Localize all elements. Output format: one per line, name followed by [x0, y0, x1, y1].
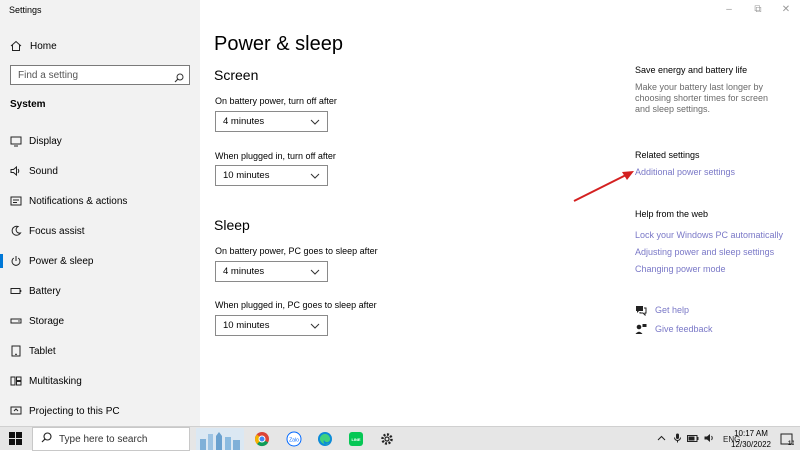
dropdown-value: 10 minutes: [223, 170, 270, 181]
sleep-heading: Sleep: [214, 217, 250, 233]
sidebar: Settings Home System Display Sound: [0, 0, 200, 426]
zalo-icon[interactable]: Zalo: [284, 429, 304, 449]
get-help-label: Get help: [655, 305, 690, 315]
sidebar-item-label: Storage: [29, 315, 65, 327]
edge-icon[interactable]: [315, 429, 335, 449]
get-help-link[interactable]: Get help: [635, 304, 689, 316]
settings-gear-icon[interactable]: [377, 429, 397, 449]
moon-icon: [10, 225, 22, 237]
clock[interactable]: 10:17 AM 12/30/2022: [726, 428, 776, 450]
zalo-icon-label: Zalo: [289, 438, 299, 444]
sidebar-item-label: Power & sleep: [29, 255, 94, 267]
tablet-icon: [10, 345, 22, 357]
sidebar-item-tablet[interactable]: Tablet: [0, 336, 200, 366]
screen-heading: Screen: [214, 67, 259, 83]
home-icon: [10, 40, 22, 52]
taskbar: Type here to search Zalo LINE ENG 10:17 …: [0, 426, 800, 451]
sidebar-item-display[interactable]: Display: [0, 126, 200, 156]
home-nav-item[interactable]: Home: [10, 38, 57, 54]
search-highlight-illustration[interactable]: [196, 428, 244, 450]
sidebar-item-battery[interactable]: Battery: [0, 276, 200, 306]
sidebar-item-focus-assist[interactable]: Focus assist: [0, 216, 200, 246]
speaker-icon: [10, 165, 22, 177]
app-title: Settings: [9, 5, 42, 15]
sleep-plugged-label: When plugged in, PC goes to sleep after: [215, 300, 377, 310]
chevron-down-icon: [310, 117, 320, 127]
screen-plugged-label: When plugged in, turn off after: [215, 151, 336, 161]
battery-icon: [10, 285, 22, 297]
help-link-lock-pc[interactable]: Lock your Windows PC automatically: [635, 230, 783, 240]
find-setting-search[interactable]: [10, 65, 190, 85]
multitasking-icon: [10, 375, 22, 387]
sleep-battery-dropdown[interactable]: 4 minutes: [215, 261, 328, 282]
related-settings-heading: Related settings: [635, 150, 700, 160]
sidebar-item-label: Focus assist: [29, 225, 85, 237]
red-arrow-annotation: [573, 171, 634, 202]
screen-plugged-dropdown[interactable]: 10 minutes: [215, 165, 328, 186]
screen-battery-label: On battery power, turn off after: [215, 96, 337, 106]
sidebar-item-projecting[interactable]: Projecting to this PC: [0, 396, 200, 426]
sidebar-item-label: Tablet: [29, 345, 56, 357]
sidebar-item-sound[interactable]: Sound: [0, 156, 200, 186]
battery-tray-icon[interactable]: [687, 434, 699, 445]
sidebar-item-label: Display: [29, 135, 62, 147]
page-title: Power & sleep: [214, 33, 343, 55]
screen-battery-dropdown[interactable]: 4 minutes: [215, 111, 328, 132]
section-label-system: System: [10, 99, 46, 110]
notification-count: 10: [788, 441, 794, 446]
storage-icon: [10, 315, 22, 327]
find-setting-input[interactable]: [18, 69, 168, 81]
sleep-plugged-dropdown[interactable]: 10 minutes: [215, 315, 328, 336]
projecting-icon: [10, 405, 22, 417]
give-feedback-link[interactable]: Give feedback: [635, 323, 713, 335]
home-label: Home: [30, 40, 57, 52]
taskbar-search-text: Type here to search: [59, 433, 148, 445]
chat-help-icon: [635, 304, 647, 316]
feedback-person-icon: [635, 323, 647, 335]
taskbar-search[interactable]: Type here to search: [32, 427, 190, 451]
sidebar-item-label: Projecting to this PC: [29, 405, 120, 417]
dropdown-value: 10 minutes: [223, 320, 270, 331]
maximize-button[interactable]: ⧉: [751, 4, 765, 15]
minimize-button[interactable]: –: [722, 4, 736, 15]
dropdown-value: 4 minutes: [223, 116, 265, 127]
close-button[interactable]: ✕: [779, 4, 793, 15]
line-icon-label: LINE: [351, 437, 360, 442]
notification-center-icon[interactable]: 10: [780, 432, 795, 447]
search-icon[interactable]: [174, 70, 184, 83]
notification-icon: [10, 195, 22, 207]
clock-date: 12/30/2022: [730, 440, 772, 449]
dropdown-value: 4 minutes: [223, 266, 265, 277]
windows-start-icon[interactable]: [9, 432, 22, 445]
sidebar-item-power-sleep[interactable]: Power & sleep: [0, 246, 200, 276]
sidebar-item-multitasking[interactable]: Multitasking: [0, 366, 200, 396]
power-icon: [10, 255, 22, 267]
additional-power-settings-link[interactable]: Additional power settings: [635, 167, 735, 177]
chevron-up-icon[interactable]: [657, 434, 666, 445]
sidebar-item-label: Multitasking: [29, 375, 82, 387]
help-link-power-mode[interactable]: Changing power mode: [635, 264, 726, 274]
help-from-web-heading: Help from the web: [635, 209, 709, 219]
save-energy-text: Make your battery last longer by choosin…: [635, 82, 769, 114]
sidebar-item-label: Battery: [29, 285, 61, 297]
settings-window: Settings Home System Display Sound: [0, 0, 800, 426]
save-energy-heading: Save energy and battery life: [635, 65, 748, 75]
sidebar-item-label: Notifications & actions: [29, 195, 128, 207]
sidebar-item-storage[interactable]: Storage: [0, 306, 200, 336]
sidebar-item-notifications[interactable]: Notifications & actions: [0, 186, 200, 216]
sidebar-item-label: Sound: [29, 165, 58, 177]
volume-icon[interactable]: [704, 433, 715, 445]
sleep-battery-label: On battery power, PC goes to sleep after: [215, 246, 378, 256]
clock-time: 10:17 AM: [734, 429, 768, 438]
chevron-down-icon: [310, 267, 320, 277]
search-icon: [41, 430, 52, 448]
chevron-down-icon: [310, 321, 320, 331]
line-icon[interactable]: LINE: [346, 429, 366, 449]
chevron-down-icon: [310, 171, 320, 181]
chrome-icon[interactable]: [252, 429, 272, 449]
help-link-adjusting-power[interactable]: Adjusting power and sleep settings: [635, 247, 774, 257]
give-feedback-label: Give feedback: [655, 324, 713, 334]
microphone-icon[interactable]: [673, 433, 682, 445]
display-icon: [10, 135, 22, 147]
